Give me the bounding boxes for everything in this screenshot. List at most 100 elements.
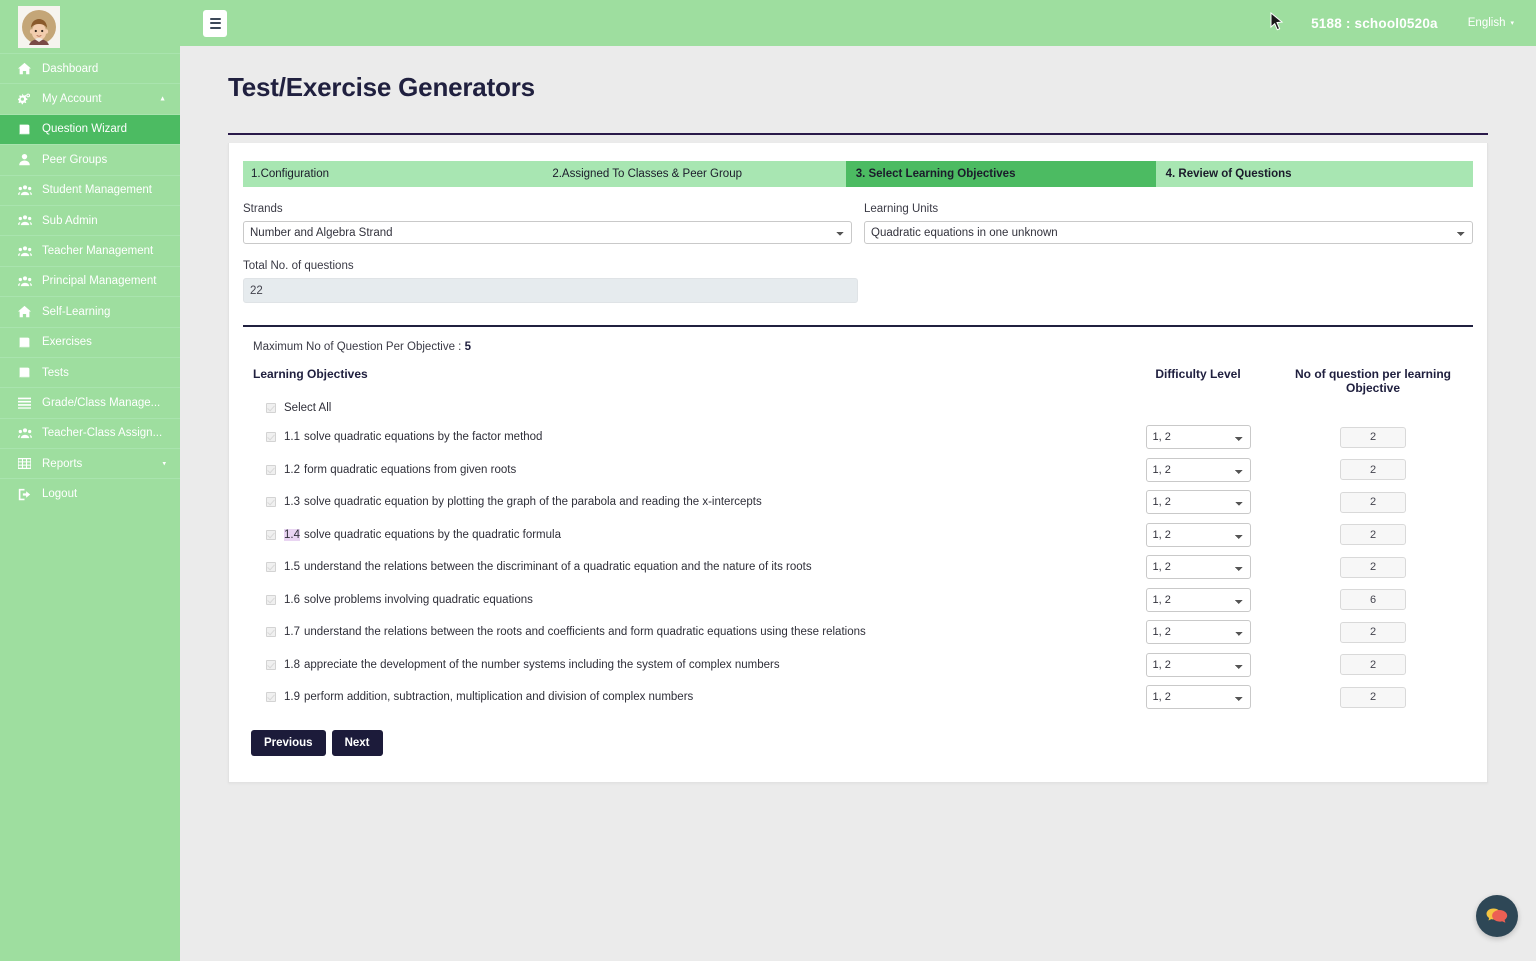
objective-code: 1.6 bbox=[284, 593, 300, 606]
language-selector[interactable]: English ▾ bbox=[1468, 17, 1514, 29]
table-row: 1.2 form quadratic equations from given … bbox=[253, 454, 1473, 487]
question-count-input[interactable] bbox=[1340, 459, 1406, 481]
objectives-table-header: Learning Objectives Difficulty Level No … bbox=[253, 367, 1473, 395]
question-count-input[interactable] bbox=[1340, 654, 1406, 676]
sidebar-item-self-learning[interactable]: Self-Learning bbox=[0, 296, 180, 326]
tab-select-learning-objectives[interactable]: 3. Select Learning Objectives bbox=[845, 161, 1156, 187]
wizard-steps: 1.Configuration 2.Assigned To Classes & … bbox=[243, 161, 1473, 187]
question-count-input[interactable] bbox=[1340, 621, 1406, 643]
objective-checkbox[interactable] bbox=[266, 692, 276, 703]
total-questions-input[interactable] bbox=[243, 278, 858, 303]
sidebar-item-principal-management[interactable]: Principal Management bbox=[0, 265, 180, 296]
section-divider bbox=[243, 325, 1473, 327]
chat-widget-button[interactable] bbox=[1476, 895, 1518, 937]
sidebar-item-peer-groups[interactable]: Peer Groups bbox=[0, 144, 180, 174]
sidebar-item-label: Student Management bbox=[42, 184, 152, 197]
sidebar-item-tests[interactable]: Tests bbox=[0, 356, 180, 387]
objective-code: 1.1 bbox=[284, 431, 300, 444]
max-per-objective-value: 5 bbox=[464, 341, 471, 353]
difficulty-level-select[interactable]: 1, 2 bbox=[1145, 522, 1251, 547]
difficulty-level-select[interactable]: 1, 2 bbox=[1145, 587, 1251, 612]
select-all-checkbox[interactable] bbox=[266, 403, 276, 413]
next-button[interactable]: Next bbox=[331, 729, 383, 756]
difficulty-level-select[interactable]: 1, 2 bbox=[1145, 490, 1251, 515]
sidebar: Dashboard My Account ▲ Question Wizard P… bbox=[0, 0, 180, 961]
user-avatar-image bbox=[22, 9, 56, 45]
objective-checkbox[interactable] bbox=[266, 529, 276, 540]
avatar[interactable] bbox=[18, 5, 60, 48]
objective-code: 1.7 bbox=[284, 626, 300, 639]
difficulty-level-select[interactable]: 1, 2 bbox=[1145, 652, 1251, 677]
sidebar-item-label: Dashboard bbox=[42, 62, 99, 75]
wizard-card: 1.Configuration 2.Assigned To Classes & … bbox=[228, 143, 1488, 783]
sidebar-item-exercises[interactable]: Exercises bbox=[0, 326, 180, 357]
sidebar-item-grade-class-management[interactable]: Grade/Class Manage... bbox=[0, 387, 180, 417]
sidebar-item-label: Reports bbox=[42, 457, 83, 470]
table-icon bbox=[18, 457, 38, 470]
objective-checkbox[interactable] bbox=[266, 497, 276, 508]
page-title: Test/Exercise Generators bbox=[228, 72, 535, 102]
difficulty-level-select[interactable]: 1, 2 bbox=[1145, 457, 1251, 482]
objective-checkbox[interactable] bbox=[266, 659, 276, 670]
strands-label: Strands bbox=[243, 203, 283, 215]
table-row: 1.7 understand the relations between the… bbox=[253, 616, 1473, 649]
difficulty-level-select[interactable]: 1, 2 bbox=[1145, 425, 1251, 450]
objective-checkbox[interactable] bbox=[266, 594, 276, 605]
question-count-input[interactable] bbox=[1340, 556, 1406, 578]
sidebar-item-question-wizard[interactable]: Question Wizard bbox=[0, 113, 180, 145]
objective-checkbox[interactable] bbox=[266, 464, 276, 475]
objective-code: 1.5 bbox=[284, 561, 300, 574]
sidebar-item-student-management[interactable]: Student Management bbox=[0, 174, 180, 205]
max-per-objective-note: Maximum No of Question Per Objective : 5 bbox=[253, 341, 1473, 353]
question-count-input[interactable] bbox=[1340, 686, 1406, 708]
tab-assigned-to-classes[interactable]: 2.Assigned To Classes & Peer Group bbox=[544, 161, 846, 187]
objective-text: solve quadratic equations by the factor … bbox=[304, 431, 543, 444]
chevron-down-icon: ▾ bbox=[1510, 20, 1514, 27]
objective-checkbox[interactable] bbox=[266, 627, 276, 638]
learning-units-select[interactable]: Quadratic equations in one unknown bbox=[864, 221, 1473, 244]
question-count-input[interactable] bbox=[1340, 426, 1406, 448]
difficulty-level-select[interactable]: 1, 2 bbox=[1145, 555, 1251, 580]
sidebar-item-logout[interactable]: Logout bbox=[0, 478, 180, 508]
strands-select[interactable]: Number and Algebra Strand bbox=[243, 221, 852, 244]
list-icon bbox=[18, 396, 38, 410]
difficulty-level-select[interactable]: 1, 2 bbox=[1145, 685, 1251, 710]
users-icon bbox=[18, 184, 38, 197]
sidebar-item-label: Sub Admin bbox=[42, 214, 98, 227]
sidebar-item-teacher-class-assignment[interactable]: Teacher-Class Assign... bbox=[0, 417, 180, 448]
objective-text: understand the relations between the dis… bbox=[304, 561, 812, 574]
tab-configuration[interactable]: 1.Configuration bbox=[243, 161, 545, 187]
objective-text: solve quadratic equations by the quadrat… bbox=[304, 528, 561, 541]
sidebar-nav: Dashboard My Account ▲ Question Wizard P… bbox=[0, 53, 180, 509]
users-icon bbox=[18, 427, 38, 440]
language-label: English bbox=[1467, 17, 1506, 29]
difficulty-level-select[interactable]: 1, 2 bbox=[1145, 620, 1251, 645]
school-id-label: 5188 : school0520a bbox=[1311, 15, 1438, 31]
tab-label: 4. Review of Questions bbox=[1165, 168, 1292, 180]
objective-checkbox[interactable] bbox=[266, 562, 276, 573]
mouse-cursor bbox=[1270, 12, 1284, 31]
sidebar-item-label: Teacher-Class Assign... bbox=[42, 427, 163, 440]
sidebar-item-my-account[interactable]: My Account ▲ bbox=[0, 83, 180, 113]
objective-text: understand the relations between the roo… bbox=[304, 626, 866, 639]
sidebar-item-reports[interactable]: Reports ▾ bbox=[0, 448, 180, 478]
tab-label: 1.Configuration bbox=[251, 168, 329, 180]
book-icon bbox=[18, 123, 38, 136]
sidebar-item-dashboard[interactable]: Dashboard bbox=[0, 53, 180, 83]
objective-checkbox[interactable] bbox=[266, 432, 276, 443]
previous-button[interactable]: Previous bbox=[251, 729, 326, 756]
users-icon bbox=[18, 275, 38, 288]
total-questions-label: Total No. of questions bbox=[243, 260, 354, 272]
question-count-input[interactable] bbox=[1340, 524, 1406, 546]
hamburger-icon[interactable] bbox=[203, 9, 227, 37]
sidebar-item-sub-admin[interactable]: Sub Admin bbox=[0, 204, 180, 235]
sidebar-item-label: Peer Groups bbox=[42, 153, 108, 166]
sidebar-item-label: My Account bbox=[42, 93, 102, 106]
learning-units-field: Learning Units Quadratic equations in on… bbox=[864, 203, 1473, 244]
tab-review-of-questions[interactable]: 4. Review of Questions bbox=[1155, 161, 1473, 187]
column-header-question-count: No of question per learning Objective bbox=[1294, 367, 1451, 395]
question-count-input[interactable] bbox=[1340, 491, 1406, 513]
sidebar-item-teacher-management[interactable]: Teacher Management bbox=[0, 235, 180, 265]
learning-units-label: Learning Units bbox=[864, 203, 939, 215]
question-count-input[interactable] bbox=[1340, 589, 1406, 611]
